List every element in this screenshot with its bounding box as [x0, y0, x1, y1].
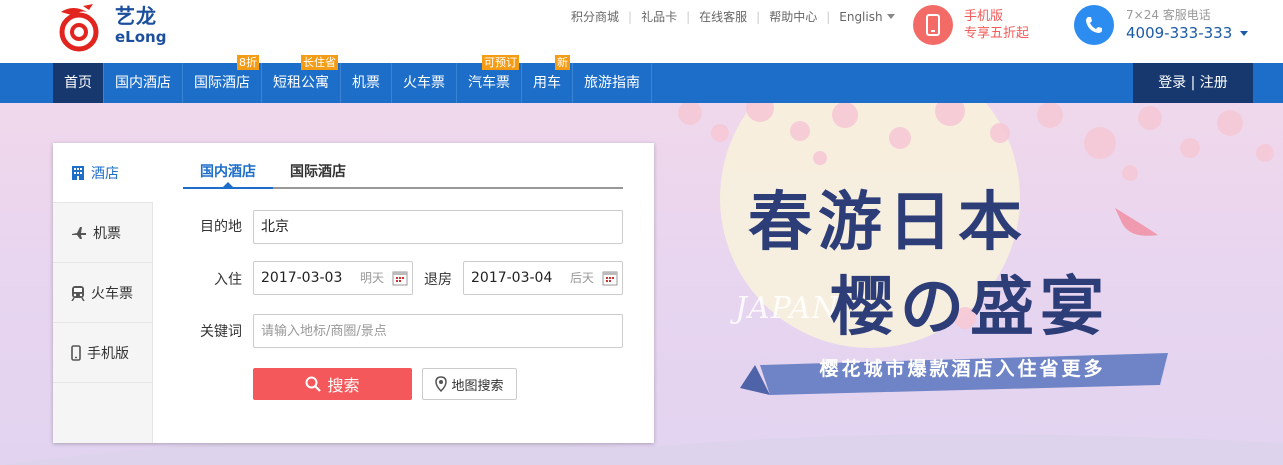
checkin-label: 入住	[214, 272, 242, 288]
search-button-label: 搜索	[327, 376, 360, 395]
language-selector[interactable]: English	[830, 10, 903, 24]
tab-intl-hotel[interactable]: 国际酒店	[290, 161, 346, 181]
link-help-center[interactable]: 帮助中心	[760, 8, 826, 25]
nav-item-bus[interactable]: 汽车票 可预订	[457, 55, 522, 103]
category-sidebar: 酒店 机票 火车票 手机版	[53, 143, 153, 443]
nav-item-label: 国际酒店	[194, 75, 250, 91]
category-label: 酒店	[91, 165, 119, 182]
link-points-mall[interactable]: 积分商城	[562, 8, 628, 25]
hotline-number-text: 4009-333-333	[1126, 24, 1233, 42]
mobile-app-promo[interactable]: 手机版 专享五折起	[913, 5, 1029, 45]
nav-badge: 8折	[237, 55, 259, 70]
banner-watermark: JAPAN	[735, 291, 840, 326]
search-panel: 酒店 机票 火车票 手机版 国内酒店 国际酒店 目的地 北京 入住 2017-0…	[53, 143, 654, 443]
hotel-tabs: 国内酒店 国际酒店	[183, 143, 623, 189]
keyword-input[interactable]: 请输入地标/商圈/景点	[253, 314, 623, 348]
logo-chinese: 艺龙	[115, 4, 157, 28]
nav-item-label: 机票	[352, 75, 380, 91]
banner-headline: 春游日本	[748, 185, 1028, 260]
map-pin-icon	[435, 376, 448, 392]
category-train[interactable]: 火车票	[53, 263, 152, 323]
nav-badge: 可预订	[482, 55, 519, 70]
dragon-logo-icon	[59, 4, 99, 52]
nav-badge: 长住省	[301, 55, 338, 70]
mobile-promo-title: 手机版	[964, 9, 1004, 24]
checkout-label: 退房	[424, 272, 452, 288]
map-search-button[interactable]: 地图搜索	[422, 368, 517, 400]
nav-item-label: 火车票	[403, 75, 445, 91]
nav-item-intl-hotel[interactable]: 国际酒店 8折	[183, 55, 262, 103]
phone-icon	[71, 344, 81, 361]
nav-item-label: 国内酒店	[115, 75, 171, 91]
logo-english: eLong	[115, 28, 167, 46]
destination-value: 北京	[261, 219, 289, 235]
active-tab-indicator	[183, 187, 273, 189]
nav-item-apartment[interactable]: 短租公寓 长住省	[262, 55, 341, 103]
destination-label: 目的地	[200, 219, 242, 235]
login-register-button[interactable]: 登录 | 注册	[1133, 63, 1253, 103]
top-links: 积分商城 | 礼品卡 | 在线客服 | 帮助中心 | English	[562, 8, 904, 25]
nav-item-home[interactable]: 首页	[53, 63, 104, 103]
nav-item-label: 短租公寓	[273, 75, 329, 91]
main-nav: 首页 国内酒店 国际酒店 8折 短租公寓 长住省 机票 火车票 汽车票 可预订 用车 新…	[0, 55, 1283, 103]
hotline-number[interactable]: 4009-333-333	[1126, 23, 1249, 43]
top-header: 艺龙 eLong 积分商城 | 礼品卡 | 在线客服 | 帮助中心 | Engl…	[0, 0, 1283, 63]
phone-icon	[913, 5, 953, 45]
building-icon	[72, 165, 84, 180]
category-label: 机票	[93, 225, 121, 242]
category-label: 火车票	[91, 285, 133, 302]
checkin-date-input[interactable]: 2017-03-03 明天	[253, 261, 413, 295]
nav-badge: 新	[555, 55, 570, 70]
category-label: 手机版	[87, 345, 129, 362]
tab-domestic-hotel[interactable]: 国内酒店	[200, 161, 256, 181]
category-hotel[interactable]: 酒店	[53, 143, 153, 203]
search-icon	[305, 376, 322, 392]
chevron-down-icon	[886, 14, 895, 19]
active-tab-caret	[223, 182, 233, 187]
nav-item-domestic-hotel[interactable]: 国内酒店	[104, 63, 183, 103]
banner-subheadline: 樱の盛宴	[830, 270, 1110, 345]
checkout-hint: 后天	[569, 271, 594, 285]
elong-logo[interactable]: 艺龙 eLong	[53, 2, 173, 52]
calendar-icon	[392, 271, 408, 286]
nav-item-flights[interactable]: 机票	[341, 63, 392, 103]
checkout-date-input[interactable]: 2017-03-04 后天	[463, 261, 623, 295]
service-hotline: 7×24 客服电话 4009-333-333	[1074, 5, 1249, 45]
nav-item-train[interactable]: 火车票	[392, 63, 457, 103]
nav-item-label: 首页	[64, 75, 92, 91]
telephone-icon	[1074, 5, 1114, 45]
link-gift-card[interactable]: 礼品卡	[632, 8, 686, 25]
hotline-label: 7×24 客服电话	[1126, 8, 1211, 22]
nav-item-label: 汽车票	[468, 75, 510, 91]
keyword-label: 关键词	[200, 324, 242, 340]
chevron-down-icon	[1240, 30, 1249, 36]
nav-item-label: 用车	[533, 75, 561, 91]
nav-item-car[interactable]: 用车 新	[522, 55, 573, 103]
destination-input[interactable]: 北京	[253, 210, 623, 244]
airplane-icon	[72, 226, 86, 239]
banner-ribbon: 樱花城市爆款酒店入住省更多	[755, 343, 1170, 391]
mobile-promo-subtitle: 专享五折起	[964, 26, 1030, 41]
nav-item-label: 旅游指南	[584, 75, 640, 91]
category-mobile[interactable]: 手机版	[53, 323, 152, 383]
keyword-placeholder: 请输入地标/商圈/景点	[261, 324, 387, 339]
search-button[interactable]: 搜索	[253, 368, 412, 400]
checkin-hint: 明天	[359, 271, 384, 285]
checkin-value: 2017-03-03	[261, 270, 343, 286]
nav-item-travel-guide[interactable]: 旅游指南	[573, 63, 652, 103]
language-label: English	[839, 9, 883, 24]
calendar-icon	[602, 271, 618, 286]
category-flight[interactable]: 机票	[53, 203, 152, 263]
map-search-label: 地图搜索	[451, 378, 504, 394]
banner-ribbon-text: 樱花城市爆款酒店入住省更多	[819, 357, 1106, 380]
checkout-value: 2017-03-04	[471, 270, 553, 286]
train-icon	[71, 285, 85, 301]
link-online-service[interactable]: 在线客服	[690, 8, 756, 25]
